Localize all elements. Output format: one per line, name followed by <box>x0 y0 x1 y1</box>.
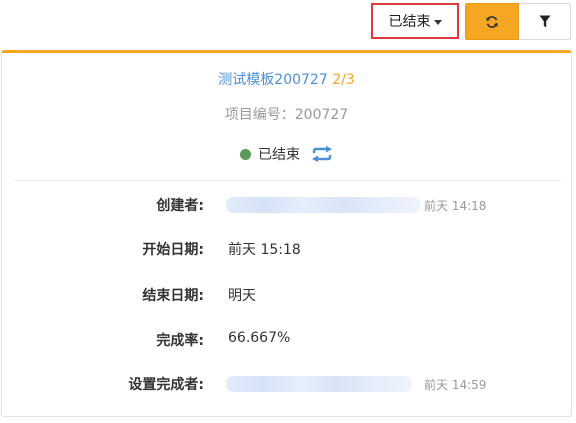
start-date-label: 开始日期: <box>142 242 204 258</box>
toolbar: 已结束 <box>0 0 576 44</box>
field-completion-rate: 完成率: 66.667% <box>2 330 571 350</box>
project-card: 测试模板200727 2/3 项目编号：200727 已结束 创建者: 前天 1… <box>1 50 572 417</box>
start-date-value: 前天 15:18 <box>228 242 301 258</box>
completion-rate-value: 66.667% <box>228 330 291 346</box>
project-title-link[interactable]: 测试模板200727 <box>218 72 327 88</box>
end-date-value: 明天 <box>228 288 256 304</box>
status-dot-icon <box>240 148 251 160</box>
creator-name-redacted <box>226 197 420 213</box>
status-filter-label: 已结束 <box>388 14 431 30</box>
completion-setter-label: 设置完成者: <box>128 377 204 393</box>
divider <box>14 180 561 181</box>
creator-label: 创建者: <box>156 198 204 214</box>
creator-time: 前天 14:18 <box>424 199 487 213</box>
status-row: 已结束 <box>2 144 571 164</box>
completion-setter-time: 前天 14:59 <box>424 378 487 392</box>
refresh-icon <box>486 15 498 28</box>
caret-down-icon <box>433 19 442 25</box>
filter-button[interactable] <box>519 3 571 40</box>
end-date-label: 结束日期: <box>142 288 204 304</box>
field-start-date: 开始日期: 前天 15:18 <box>2 239 571 259</box>
refresh-button[interactable] <box>465 3 519 40</box>
status-text: 已结束 <box>258 147 300 163</box>
field-end-date: 结束日期: 明天 <box>2 285 571 305</box>
completion-rate-label: 完成率: <box>156 333 204 349</box>
field-creator: 创建者: 前天 14:18 <box>2 195 571 215</box>
filter-icon <box>539 15 550 28</box>
sync-icon[interactable] <box>311 146 333 162</box>
card-title[interactable]: 测试模板200727 2/3 <box>2 69 571 89</box>
project-number: 项目编号：200727 <box>224 107 349 123</box>
completion-setter-name-redacted <box>226 376 412 392</box>
field-completion-setter: 设置完成者: 前天 14:59 <box>2 374 571 394</box>
status-filter-dropdown[interactable]: 已结束 <box>371 3 459 39</box>
progress-counter: 2/3 <box>332 72 355 88</box>
